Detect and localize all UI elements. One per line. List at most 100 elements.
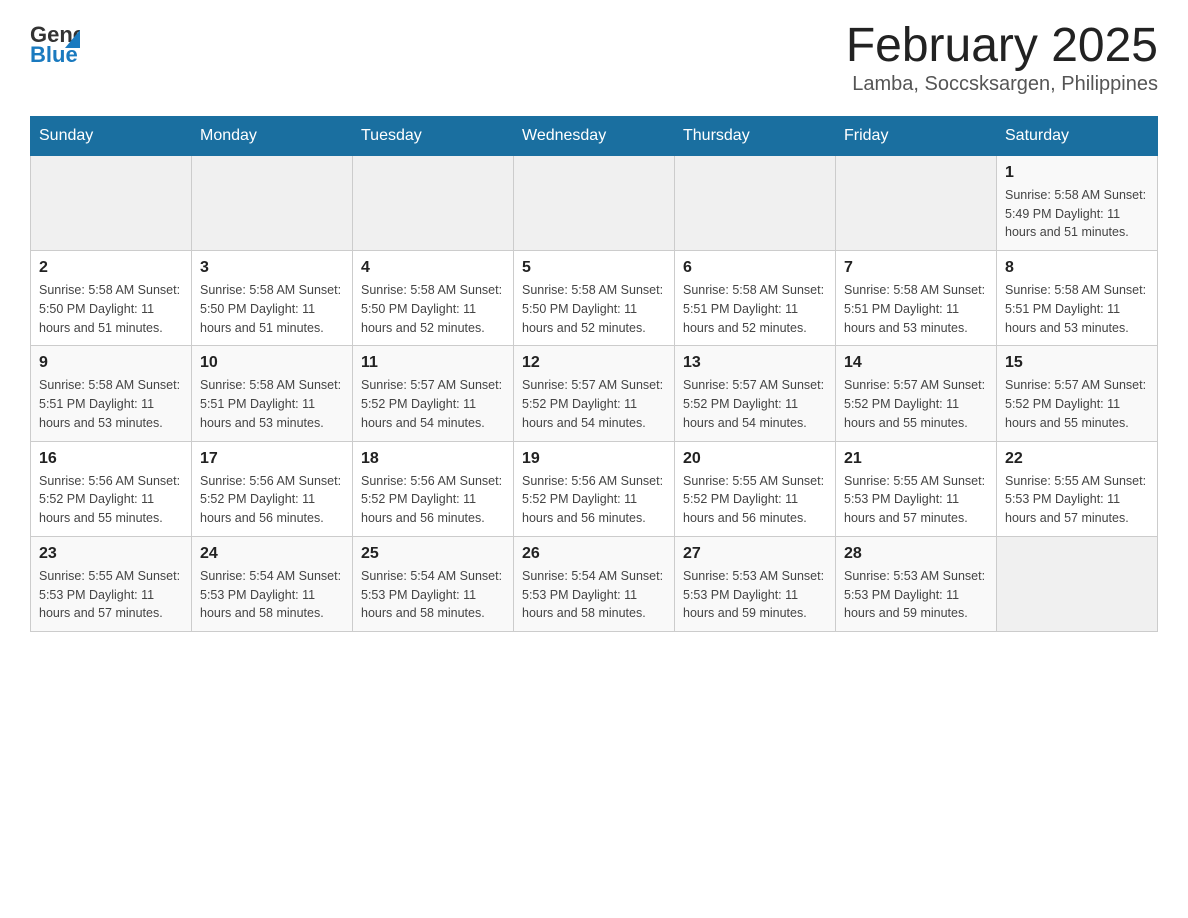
table-row: 15 Sunrise: 5:57 AM Sunset: 5:52 PM Dayli… [997, 346, 1158, 441]
location: Lamba, Soccsksargen, Philippines [846, 73, 1158, 96]
table-row: 2 Sunrise: 5:58 AM Sunset: 5:50 PM Daylig… [31, 251, 192, 346]
day-info: Sunrise: 5:58 AM Sunset: 5:50 PM Dayligh… [200, 281, 344, 337]
day-number: 25 [361, 545, 505, 563]
day-info: Sunrise: 5:54 AM Sunset: 5:53 PM Dayligh… [200, 567, 344, 623]
table-row [675, 155, 836, 250]
day-number: 20 [683, 450, 827, 468]
col-thursday: Thursday [675, 116, 836, 155]
day-number: 11 [361, 354, 505, 372]
table-row: 18 Sunrise: 5:56 AM Sunset: 5:52 PM Dayli… [353, 441, 514, 536]
week-row-2: 9 Sunrise: 5:58 AM Sunset: 5:51 PM Daylig… [31, 346, 1158, 441]
day-info: Sunrise: 5:58 AM Sunset: 5:51 PM Dayligh… [844, 281, 988, 337]
table-row: 3 Sunrise: 5:58 AM Sunset: 5:50 PM Daylig… [192, 251, 353, 346]
day-number: 5 [522, 259, 666, 277]
day-info: Sunrise: 5:55 AM Sunset: 5:53 PM Dayligh… [1005, 472, 1149, 528]
col-monday: Monday [192, 116, 353, 155]
day-number: 9 [39, 354, 183, 372]
table-row [836, 155, 997, 250]
table-row: 1Sunrise: 5:58 AM Sunset: 5:49 PM Daylig… [997, 155, 1158, 250]
week-row-4: 23Sunrise: 5:55 AM Sunset: 5:53 PM Dayli… [31, 536, 1158, 631]
day-number: 2 [39, 259, 183, 277]
logo-icon: General Blue [30, 20, 80, 65]
page-header: General Blue February 2025 Lamba, Soccsk… [30, 20, 1158, 96]
day-info: Sunrise: 5:57 AM Sunset: 5:52 PM Dayligh… [844, 376, 988, 432]
day-info: Sunrise: 5:57 AM Sunset: 5:52 PM Dayligh… [1005, 376, 1149, 432]
day-info: Sunrise: 5:58 AM Sunset: 5:51 PM Dayligh… [200, 376, 344, 432]
day-info: Sunrise: 5:56 AM Sunset: 5:52 PM Dayligh… [200, 472, 344, 528]
table-row: 8 Sunrise: 5:58 AM Sunset: 5:51 PM Daylig… [997, 251, 1158, 346]
day-info: Sunrise: 5:58 AM Sunset: 5:50 PM Dayligh… [361, 281, 505, 337]
table-row: 25Sunrise: 5:54 AM Sunset: 5:53 PM Dayli… [353, 536, 514, 631]
day-info: Sunrise: 5:58 AM Sunset: 5:51 PM Dayligh… [683, 281, 827, 337]
calendar-table: Sunday Monday Tuesday Wednesday Thursday… [30, 116, 1158, 632]
table-row: 28 Sunrise: 5:53 AM Sunset: 5:53 PM Dayli… [836, 536, 997, 631]
day-number: 8 [1005, 259, 1149, 277]
day-info: Sunrise: 5:53 AM Sunset: 5:53 PM Dayligh… [683, 567, 827, 623]
col-wednesday: Wednesday [514, 116, 675, 155]
day-number: 17 [200, 450, 344, 468]
table-row: 11 Sunrise: 5:57 AM Sunset: 5:52 PM Dayli… [353, 346, 514, 441]
day-info: Sunrise: 5:58 AM Sunset: 5:49 PM Dayligh… [1005, 186, 1149, 242]
day-number: 10 [200, 354, 344, 372]
day-info: Sunrise: 5:58 AM Sunset: 5:51 PM Dayligh… [1005, 281, 1149, 337]
day-number: 21 [844, 450, 988, 468]
day-number: 18 [361, 450, 505, 468]
day-number: 13 [683, 354, 827, 372]
day-number: 24 [200, 545, 344, 563]
day-number: 6 [683, 259, 827, 277]
day-info: Sunrise: 5:58 AM Sunset: 5:50 PM Dayligh… [39, 281, 183, 337]
table-row: 9 Sunrise: 5:58 AM Sunset: 5:51 PM Daylig… [31, 346, 192, 441]
table-row: 24 Sunrise: 5:54 AM Sunset: 5:53 PM Dayli… [192, 536, 353, 631]
day-info: Sunrise: 5:55 AM Sunset: 5:52 PM Dayligh… [683, 472, 827, 528]
table-row: 13 Sunrise: 5:57 AM Sunset: 5:52 PM Dayli… [675, 346, 836, 441]
day-number: 27 [683, 545, 827, 563]
day-info: Sunrise: 5:56 AM Sunset: 5:52 PM Dayligh… [39, 472, 183, 528]
table-row [31, 155, 192, 250]
day-number: 28 [844, 545, 988, 563]
month-title: February 2025 [846, 20, 1158, 73]
table-row [353, 155, 514, 250]
table-row: 7 Sunrise: 5:58 AM Sunset: 5:51 PM Daylig… [836, 251, 997, 346]
table-row: 19 Sunrise: 5:56 AM Sunset: 5:52 PM Dayli… [514, 441, 675, 536]
day-number: 19 [522, 450, 666, 468]
day-info: Sunrise: 5:57 AM Sunset: 5:52 PM Dayligh… [522, 376, 666, 432]
day-info: Sunrise: 5:56 AM Sunset: 5:52 PM Dayligh… [522, 472, 666, 528]
day-info: Sunrise: 5:57 AM Sunset: 5:52 PM Dayligh… [683, 376, 827, 432]
table-row: 5 Sunrise: 5:58 AM Sunset: 5:50 PM Daylig… [514, 251, 675, 346]
day-info: Sunrise: 5:57 AM Sunset: 5:52 PM Dayligh… [361, 376, 505, 432]
day-info: Sunrise: 5:55 AM Sunset: 5:53 PM Dayligh… [844, 472, 988, 528]
col-sunday: Sunday [31, 116, 192, 155]
table-row [514, 155, 675, 250]
days-of-week-row: Sunday Monday Tuesday Wednesday Thursday… [31, 116, 1158, 155]
table-row: 4 Sunrise: 5:58 AM Sunset: 5:50 PM Daylig… [353, 251, 514, 346]
day-info: Sunrise: 5:54 AM Sunset: 5:53 PM Dayligh… [522, 567, 666, 623]
table-row: 26Sunrise: 5:54 AM Sunset: 5:53 PM Dayli… [514, 536, 675, 631]
day-number: 22 [1005, 450, 1149, 468]
col-friday: Friday [836, 116, 997, 155]
table-row: 21 Sunrise: 5:55 AM Sunset: 5:53 PM Dayli… [836, 441, 997, 536]
table-row: 14Sunrise: 5:57 AM Sunset: 5:52 PM Dayli… [836, 346, 997, 441]
day-number: 3 [200, 259, 344, 277]
table-row: 17 Sunrise: 5:56 AM Sunset: 5:52 PM Dayli… [192, 441, 353, 536]
day-info: Sunrise: 5:56 AM Sunset: 5:52 PM Dayligh… [361, 472, 505, 528]
table-row: 23Sunrise: 5:55 AM Sunset: 5:53 PM Dayli… [31, 536, 192, 631]
day-number: 15 [1005, 354, 1149, 372]
table-row: 10 Sunrise: 5:58 AM Sunset: 5:51 PM Dayli… [192, 346, 353, 441]
svg-text:Blue: Blue [30, 42, 78, 65]
day-number: 7 [844, 259, 988, 277]
col-saturday: Saturday [997, 116, 1158, 155]
day-number: 23 [39, 545, 183, 563]
day-number: 4 [361, 259, 505, 277]
table-row: 16 Sunrise: 5:56 AM Sunset: 5:52 PM Dayli… [31, 441, 192, 536]
table-row: 12Sunrise: 5:57 AM Sunset: 5:52 PM Dayli… [514, 346, 675, 441]
day-info: Sunrise: 5:58 AM Sunset: 5:50 PM Dayligh… [522, 281, 666, 337]
col-tuesday: Tuesday [353, 116, 514, 155]
day-number: 16 [39, 450, 183, 468]
day-info: Sunrise: 5:53 AM Sunset: 5:53 PM Dayligh… [844, 567, 988, 623]
week-row-0: 1Sunrise: 5:58 AM Sunset: 5:49 PM Daylig… [31, 155, 1158, 250]
day-info: Sunrise: 5:58 AM Sunset: 5:51 PM Dayligh… [39, 376, 183, 432]
table-row [192, 155, 353, 250]
week-row-3: 16 Sunrise: 5:56 AM Sunset: 5:52 PM Dayli… [31, 441, 1158, 536]
title-section: February 2025 Lamba, Soccsksargen, Phili… [846, 20, 1158, 96]
week-row-1: 2 Sunrise: 5:58 AM Sunset: 5:50 PM Daylig… [31, 251, 1158, 346]
